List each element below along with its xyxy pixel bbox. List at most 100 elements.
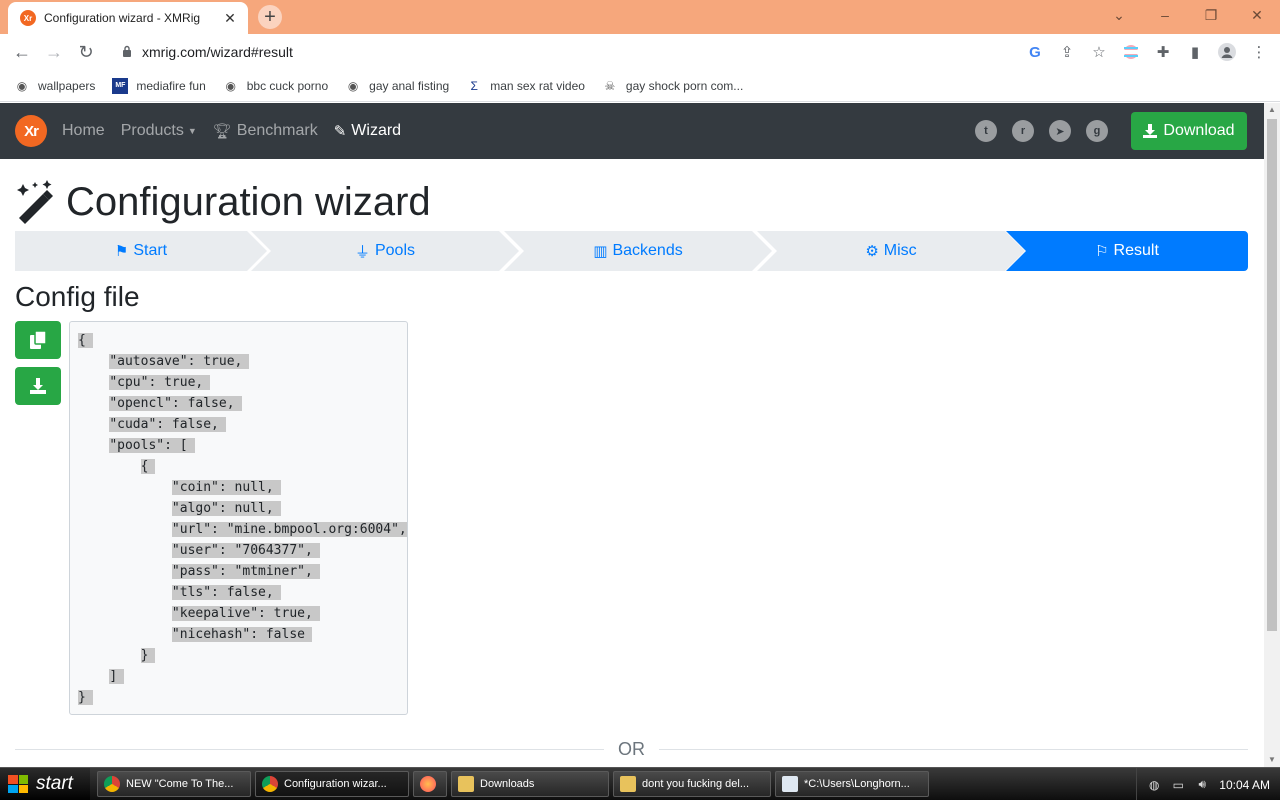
copy-icon (30, 331, 46, 349)
social-links: t r ➤ g (975, 120, 1108, 142)
volume-icon[interactable]: 🔊︎ (1195, 777, 1209, 792)
wizard-steps: ⚑ Start ⏚ Pools ▥ Backends ⚙ Misc ⚐ Result (15, 231, 1248, 271)
nav-links: Home Products ▼ 🏆︎ Benchmark ✎ Wizard (62, 103, 417, 159)
minimize-icon[interactable]: – (1142, 0, 1188, 30)
restore-icon[interactable]: ❐ (1188, 0, 1234, 30)
code-line: "user": "7064377", (78, 540, 407, 561)
download-button[interactable]: Download (1131, 112, 1247, 150)
code-line: "pools": [ (78, 435, 407, 456)
page-viewport: Xr Home Products ▼ 🏆︎ Benchmark ✎ Wizard t … (0, 103, 1264, 767)
taskbar-items: NEW "Come To The... Configuration wizar.… (97, 771, 929, 797)
download-config-button[interactable] (15, 367, 61, 405)
share-icon[interactable]: ⇪ (1054, 39, 1080, 65)
close-window-icon[interactable]: ✕ (1234, 0, 1280, 30)
windows-logo-icon (8, 775, 28, 793)
folder-icon (458, 776, 474, 792)
gear-icon: ⚙ (865, 243, 879, 260)
profile-extension-icon[interactable] (1118, 39, 1144, 65)
google-icon[interactable]: G (1022, 39, 1048, 65)
step-misc[interactable]: ⚙ Misc (757, 231, 1025, 271)
browser-tab[interactable]: Xr Configuration wizard - XMRig ✕ (8, 2, 248, 34)
back-icon[interactable]: ← (6, 36, 38, 68)
close-icon[interactable]: ✕ (222, 10, 238, 26)
toolbar-icons: G ⇪ ☆ ✚ ▮ ⋮ (1022, 39, 1272, 65)
mediafire-icon: MF (112, 77, 129, 94)
code-line: "nicehash": false (78, 624, 407, 645)
code-line: "cpu": true, (78, 372, 407, 393)
taskbar-item-chrome-2[interactable]: Configuration wizar... (255, 771, 409, 797)
download-icon (1143, 124, 1158, 138)
bookmark-item[interactable]: ☠ gay shock porn com... (602, 78, 744, 94)
caret-down-icon: ▼ (187, 126, 197, 136)
star-icon[interactable]: ☆ (1086, 39, 1112, 65)
scroll-down-icon[interactable]: ▼ (1264, 753, 1280, 767)
code-line: { (78, 456, 407, 477)
trophy-icon: 🏆︎ (212, 123, 232, 140)
scroll-up-icon[interactable]: ▲ (1264, 103, 1280, 117)
bookmark-item[interactable]: MF mediafire fun (112, 77, 206, 94)
step-pools[interactable]: ⏚ Pools (251, 231, 519, 271)
code-line: { (78, 330, 407, 351)
reddit-icon[interactable]: r (1012, 120, 1034, 142)
taskbar-item-notepad[interactable]: *C:\Users\Longhorn... (775, 771, 929, 797)
browser-tabstrip: Xr Configuration wizard - XMRig ✕ + ⌄ – … (0, 0, 1280, 34)
monitor-icon[interactable]: ▭ (1171, 778, 1185, 792)
config-file-heading: Config file (15, 281, 140, 312)
code-line: "algo": null, (78, 498, 407, 519)
os-taskbar: start NEW "Come To The... Configuration … (0, 767, 1280, 800)
bookmark-item[interactable]: ◉ bbc cuck porno (223, 78, 329, 94)
nav-home[interactable]: Home (62, 122, 105, 140)
network-globe-icon[interactable]: ◍ (1147, 778, 1161, 792)
taskbar-item-downloads[interactable]: Downloads (451, 771, 609, 797)
browser-toolbar: ← → ↻ xmrig.com/wizard#result G ⇪ ☆ ✚ ▮ … (0, 34, 1280, 70)
globe-icon: ◉ (225, 78, 236, 93)
code-line: "autosave": true, (78, 351, 407, 372)
new-tab-button[interactable]: + (258, 5, 282, 29)
or-label: OR (618, 738, 645, 759)
chevron-down-icon[interactable]: ⌄ (1096, 0, 1142, 30)
copy-button[interactable] (15, 321, 61, 359)
github-icon[interactable]: g (1086, 120, 1108, 142)
page-scrollbar[interactable]: ▲ ▼ (1264, 103, 1280, 767)
side-panel-icon[interactable]: ▮ (1182, 39, 1208, 65)
checkered-flag-icon: ⚐ (1095, 243, 1109, 260)
xmrig-favicon-icon: Xr (20, 10, 36, 26)
globe-icon: ◉ (16, 78, 28, 93)
telegram-icon[interactable]: ➤ (1049, 120, 1071, 142)
code-line: "coin": null, (78, 477, 407, 498)
forward-icon[interactable]: → (38, 36, 70, 68)
step-result[interactable]: ⚐ Result (1006, 231, 1248, 271)
bookmarks-bar: ◉ wallpapers MF mediafire fun ◉ bbc cuck po… (0, 70, 1280, 102)
bookmark-item[interactable]: Σman sex rat video (466, 78, 584, 94)
account-avatar-icon[interactable] (1214, 39, 1240, 65)
code-line: ] (78, 666, 407, 687)
sigma-icon: Σ (470, 78, 478, 93)
bookmark-item[interactable]: ◉ gay anal fisting (345, 78, 449, 94)
nav-benchmark[interactable]: 🏆︎ Benchmark (213, 122, 318, 140)
notepad-icon (782, 776, 798, 792)
folder-icon (620, 776, 636, 792)
skull-icon: ☠ (604, 78, 616, 93)
xmrig-logo[interactable]: Xr (15, 115, 47, 147)
lock-icon[interactable] (122, 45, 132, 60)
config-code-block[interactable]: { "autosave": true, "cpu": true, "opencl… (69, 321, 408, 715)
menu-kebab-icon[interactable]: ⋮ (1246, 39, 1272, 65)
step-backends[interactable]: ▥ Backends (504, 231, 772, 271)
reload-icon[interactable]: ↻ (70, 36, 102, 68)
scroll-thumb[interactable] (1267, 119, 1277, 631)
window-controls: ⌄ – ❐ ✕ (1096, 0, 1280, 30)
step-start[interactable]: ⚑ Start (15, 231, 267, 271)
clock[interactable]: 10:04 AM (1219, 778, 1270, 792)
divider-line (15, 748, 604, 750)
firefox-icon (420, 776, 436, 792)
taskbar-item-folder[interactable]: dont you fucking del... (613, 771, 771, 797)
bookmark-item[interactable]: ◉ wallpapers (14, 78, 96, 94)
nav-wizard[interactable]: ✎ Wizard (334, 122, 401, 140)
taskbar-item-firefox[interactable] (413, 771, 447, 797)
start-button[interactable]: start (0, 767, 90, 800)
twitter-icon[interactable]: t (975, 120, 997, 142)
taskbar-item-chrome-1[interactable]: NEW "Come To The... (97, 771, 251, 797)
extensions-puzzle-icon[interactable]: ✚ (1150, 39, 1176, 65)
nav-products[interactable]: Products ▼ (121, 122, 197, 140)
code-line: "keepalive": true, (78, 603, 407, 624)
